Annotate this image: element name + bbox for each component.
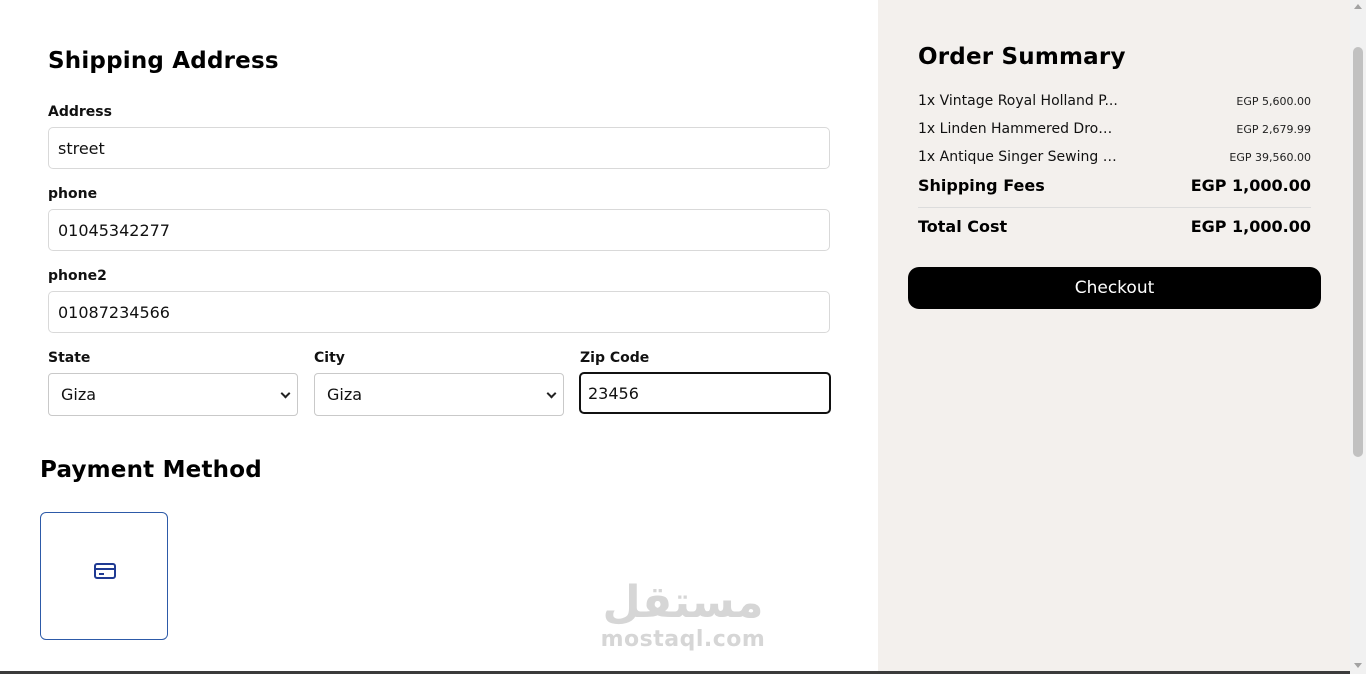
watermark-arabic: مستقل xyxy=(602,577,764,628)
page-scrollbar[interactable] xyxy=(1350,0,1366,674)
address-label: Address xyxy=(48,104,112,120)
summary-item-name: 1x Vintage Royal Holland P... xyxy=(918,93,1118,109)
phone2-input[interactable]: 01087234566 xyxy=(48,291,830,333)
summary-item-price: EGP 39,560.00 xyxy=(1229,150,1311,164)
state-value: Giza xyxy=(61,385,97,404)
shipping-fees-row: Shipping Fees EGP 1,000.00 xyxy=(918,176,1311,195)
state-select[interactable]: Giza xyxy=(48,373,298,416)
phone-input[interactable]: 01045342277 xyxy=(48,209,830,251)
summary-item-price: EGP 5,600.00 xyxy=(1236,94,1311,108)
scrollbar-thumb[interactable] xyxy=(1353,47,1363,457)
total-cost-value: EGP 1,000.00 xyxy=(1190,217,1311,236)
phone2-label: phone2 xyxy=(48,268,107,284)
zip-code-value: 23456 xyxy=(588,383,639,403)
shipping-fees-label: Shipping Fees xyxy=(918,176,1045,195)
chevron-down-icon xyxy=(280,388,291,399)
city-label: City xyxy=(314,350,345,366)
summary-item-row: 1x Antique Singer Sewing M... EGP 39,560… xyxy=(918,147,1311,167)
address-value: street xyxy=(58,138,105,158)
checkout-button[interactable]: Checkout xyxy=(908,267,1321,309)
summary-item-row: 1x Linden Hammered Drop ... EGP 2,679.99 xyxy=(918,119,1311,139)
phone2-value: 01087234566 xyxy=(58,302,170,322)
watermark-latin: mostaql.com xyxy=(600,627,766,652)
city-select[interactable]: Giza xyxy=(314,373,564,416)
zip-code-input[interactable]: 23456 xyxy=(579,372,831,414)
phone-label: phone xyxy=(48,186,98,202)
payment-option-card[interactable] xyxy=(40,512,168,640)
zip-code-label: Zip Code xyxy=(580,350,650,366)
scroll-up-arrow-icon[interactable] xyxy=(1354,4,1362,9)
summary-item-name: 1x Antique Singer Sewing M... xyxy=(918,149,1118,165)
summary-item-name: 1x Linden Hammered Drop ... xyxy=(918,121,1118,137)
summary-item-price: EGP 2,679.99 xyxy=(1236,122,1311,136)
order-summary-title: Order Summary xyxy=(918,44,1126,70)
total-cost-label: Total Cost xyxy=(918,217,1008,236)
chevron-down-icon xyxy=(546,388,557,399)
scroll-down-arrow-icon[interactable] xyxy=(1354,663,1362,668)
watermark: مستقل mostaql.com xyxy=(598,578,768,652)
shipping-fees-value: EGP 1,000.00 xyxy=(1190,176,1311,195)
credit-card-icon xyxy=(94,563,116,579)
payment-method-title: Payment Method xyxy=(40,457,262,483)
state-label: State xyxy=(48,350,91,366)
city-value: Giza xyxy=(327,385,363,404)
total-cost-row: Total Cost EGP 1,000.00 xyxy=(918,217,1311,236)
address-input[interactable]: street xyxy=(48,127,830,169)
summary-item-row: 1x Vintage Royal Holland P... EGP 5,600.… xyxy=(918,91,1311,111)
summary-divider xyxy=(918,207,1311,208)
shipping-address-title: Shipping Address xyxy=(48,48,279,74)
phone-value: 01045342277 xyxy=(58,220,170,240)
